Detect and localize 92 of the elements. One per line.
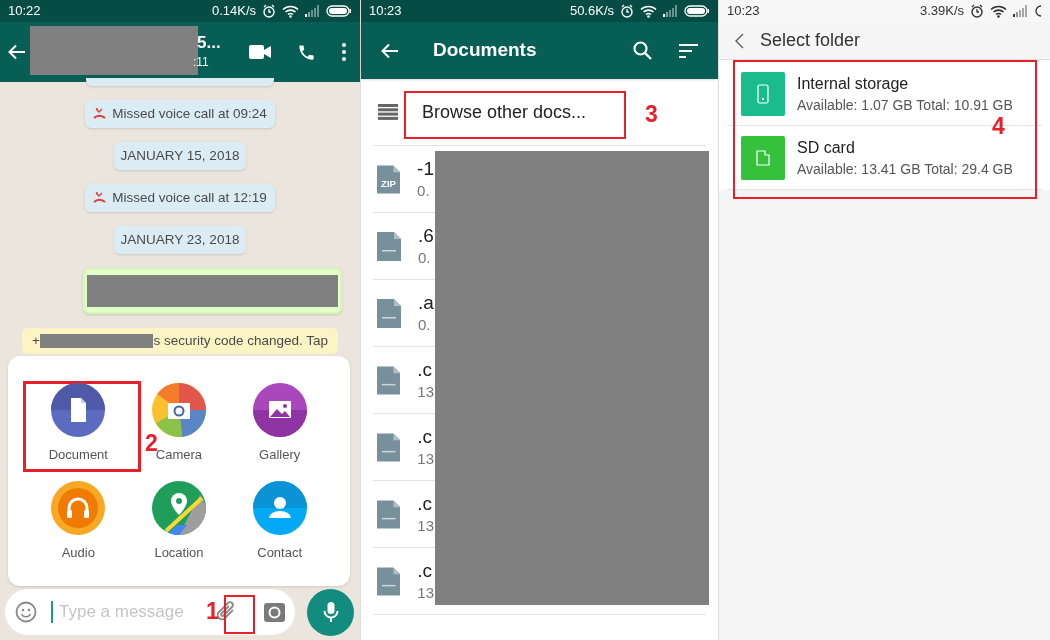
- back-arrow-icon[interactable]: [8, 44, 26, 60]
- more-options-icon[interactable]: [342, 43, 346, 61]
- file-name: .a: [418, 291, 434, 315]
- last-seen-text: :11: [193, 54, 210, 70]
- alarm-icon: [970, 4, 984, 18]
- file-size: 13: [417, 583, 434, 603]
- file-name: .c: [417, 559, 434, 583]
- file-row[interactable]: ZIP -1 0.: [373, 149, 434, 209]
- file-icon: [377, 298, 401, 328]
- video-call-icon[interactable]: [249, 45, 271, 59]
- sort-icon[interactable]: [679, 43, 698, 58]
- network-speed: 50.6K/s: [569, 2, 614, 21]
- file-row[interactable]: .a 0.: [373, 283, 434, 343]
- storage-row[interactable]: Internal storage Available: 1.07 GB Total: 10.91 GB: [741, 71, 1013, 116]
- wifi-icon: [640, 4, 657, 18]
- list-icon: [378, 104, 398, 120]
- battery-icon: [684, 5, 710, 17]
- file-name: .c: [417, 358, 434, 382]
- location-icon: [152, 480, 206, 535]
- contact-icon: [252, 480, 307, 535]
- file-row[interactable]: .c 13: [373, 484, 434, 544]
- screen-title: Documents: [433, 38, 537, 63]
- file-icon: [377, 566, 401, 596]
- back-arrow-icon[interactable]: [381, 42, 399, 59]
- attach-option[interactable]: Location: [132, 480, 226, 562]
- file-name: .c: [417, 492, 434, 516]
- storage-name: Internal storage: [797, 73, 910, 94]
- storage-details: Available: 13.41 GB Total: 29.4 GB: [797, 159, 1013, 179]
- file-row[interactable]: .c 13: [373, 417, 434, 477]
- alarm-icon: [262, 4, 276, 18]
- date-label: JANUARY 23, 2018: [113, 226, 247, 254]
- storage-details: Available: 1.07 GB Total: 10.91 GB: [797, 95, 1013, 115]
- microphone-icon: [322, 601, 339, 623]
- file-name: -1: [417, 157, 434, 181]
- missed-call-icon: [93, 108, 107, 120]
- search-icon[interactable]: [633, 41, 652, 60]
- file-size: 0.: [418, 248, 432, 268]
- audio-icon: [51, 480, 106, 535]
- camera-icon[interactable]: [264, 601, 285, 623]
- file-name: .c: [417, 425, 434, 449]
- signal-icon: [305, 5, 320, 17]
- storage-name: SD card: [797, 137, 856, 158]
- phone-storage-icon: [741, 71, 785, 116]
- file-name: .6: [418, 224, 434, 248]
- browse-label: Browse other docs...: [422, 100, 587, 124]
- file-icon: [377, 231, 401, 261]
- screen-title: Select folder: [760, 29, 861, 52]
- battery-icon: [326, 5, 352, 17]
- contact-name: 5...: [197, 32, 221, 54]
- gallery-icon: [252, 383, 307, 437]
- file-size: 0.: [417, 181, 431, 201]
- file-size: 13: [417, 382, 434, 402]
- attach-option[interactable]: Gallery: [232, 383, 327, 465]
- network-speed: 3.39K/s: [919, 2, 964, 21]
- step-number: 1: [206, 598, 219, 624]
- status-time: 10:23: [369, 2, 402, 21]
- file-icon: [377, 499, 401, 529]
- notice-text: s security code changed. Tap: [153, 331, 328, 350]
- microphone-button[interactable]: [307, 588, 354, 636]
- file-icon: [377, 432, 401, 462]
- signal-icon: [663, 5, 678, 17]
- attach-option[interactable]: Document: [31, 383, 126, 465]
- date-label: JANUARY 15, 2018: [113, 142, 247, 170]
- battery-icon: [1034, 5, 1042, 17]
- attach-option[interactable]: Contact: [232, 480, 327, 562]
- wifi-icon: [282, 4, 299, 18]
- file-size: 13: [417, 516, 434, 536]
- file-row[interactable]: .c 13: [373, 551, 434, 611]
- network-speed: 0.14K/s: [211, 2, 256, 21]
- status-time: 10:22: [8, 2, 41, 21]
- highlight-frame: [224, 595, 255, 634]
- file-row[interactable]: .6 0.: [373, 216, 434, 276]
- file-row[interactable]: .c 13: [373, 350, 434, 410]
- attach-option[interactable]: Audio: [31, 480, 126, 562]
- step-number: 3: [645, 101, 658, 127]
- emoji-icon[interactable]: [15, 601, 37, 623]
- status-time: 10:23: [727, 2, 760, 21]
- notice-prefix: +: [32, 331, 40, 350]
- alarm-icon: [620, 4, 634, 18]
- file-size: 13: [417, 449, 434, 469]
- sd-card-icon: [741, 135, 785, 180]
- missed-call-text: Missed voice call at 09:24: [112, 104, 267, 123]
- missed-call-icon: [93, 192, 107, 204]
- file-icon: [377, 365, 401, 395]
- missed-call-text: Missed voice call at 12:19: [112, 188, 267, 207]
- file-size: 0.: [418, 315, 432, 335]
- back-chevron-icon[interactable]: [735, 32, 744, 49]
- wifi-icon: [990, 4, 1007, 18]
- phone-icon[interactable]: [297, 42, 316, 62]
- file-icon: ZIP: [377, 164, 401, 194]
- document-icon: [51, 383, 106, 437]
- signal-icon: [1013, 5, 1028, 17]
